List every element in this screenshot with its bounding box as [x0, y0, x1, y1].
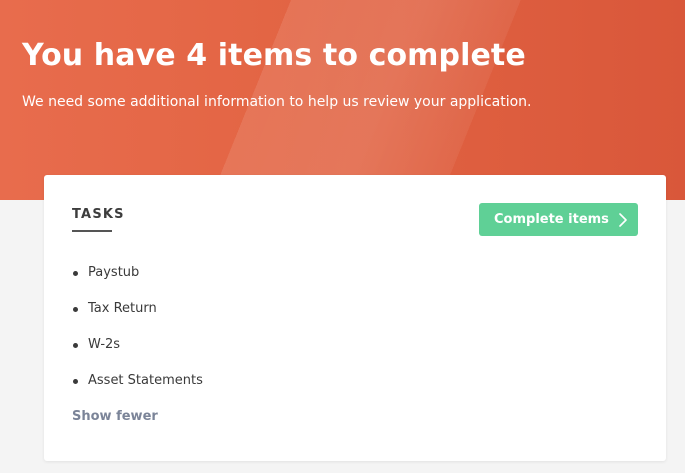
- hero-banner: You have 4 items to complete We need som…: [0, 0, 685, 200]
- tasks-card: TASKS Complete items Paystub Tax Return …: [44, 175, 666, 461]
- task-label: Tax Return: [88, 301, 157, 316]
- bullet-icon: [73, 271, 78, 276]
- complete-items-label: Complete items: [494, 212, 609, 227]
- show-fewer-link[interactable]: Show fewer: [72, 409, 158, 424]
- page-title: You have 4 items to complete: [22, 38, 526, 73]
- bullet-icon: [73, 343, 78, 348]
- task-label: Paystub: [88, 265, 140, 280]
- tasks-heading: TASKS: [72, 207, 125, 222]
- bullet-icon: [73, 307, 78, 312]
- task-item-w2s: W-2s: [72, 335, 203, 371]
- task-item-paystub: Paystub: [72, 263, 203, 299]
- complete-items-button[interactable]: Complete items: [479, 203, 638, 236]
- task-item-asset-statements: Asset Statements: [72, 371, 203, 407]
- bullet-icon: [73, 379, 78, 384]
- task-label: W-2s: [88, 337, 121, 352]
- tasks-heading-underline: [72, 230, 112, 232]
- task-item-tax-return: Tax Return: [72, 299, 203, 335]
- task-label: Asset Statements: [88, 373, 203, 388]
- chevron-right-icon: [619, 212, 627, 227]
- task-list: Paystub Tax Return W-2s Asset Statements: [72, 263, 203, 407]
- page-subtitle: We need some additional information to h…: [22, 94, 532, 110]
